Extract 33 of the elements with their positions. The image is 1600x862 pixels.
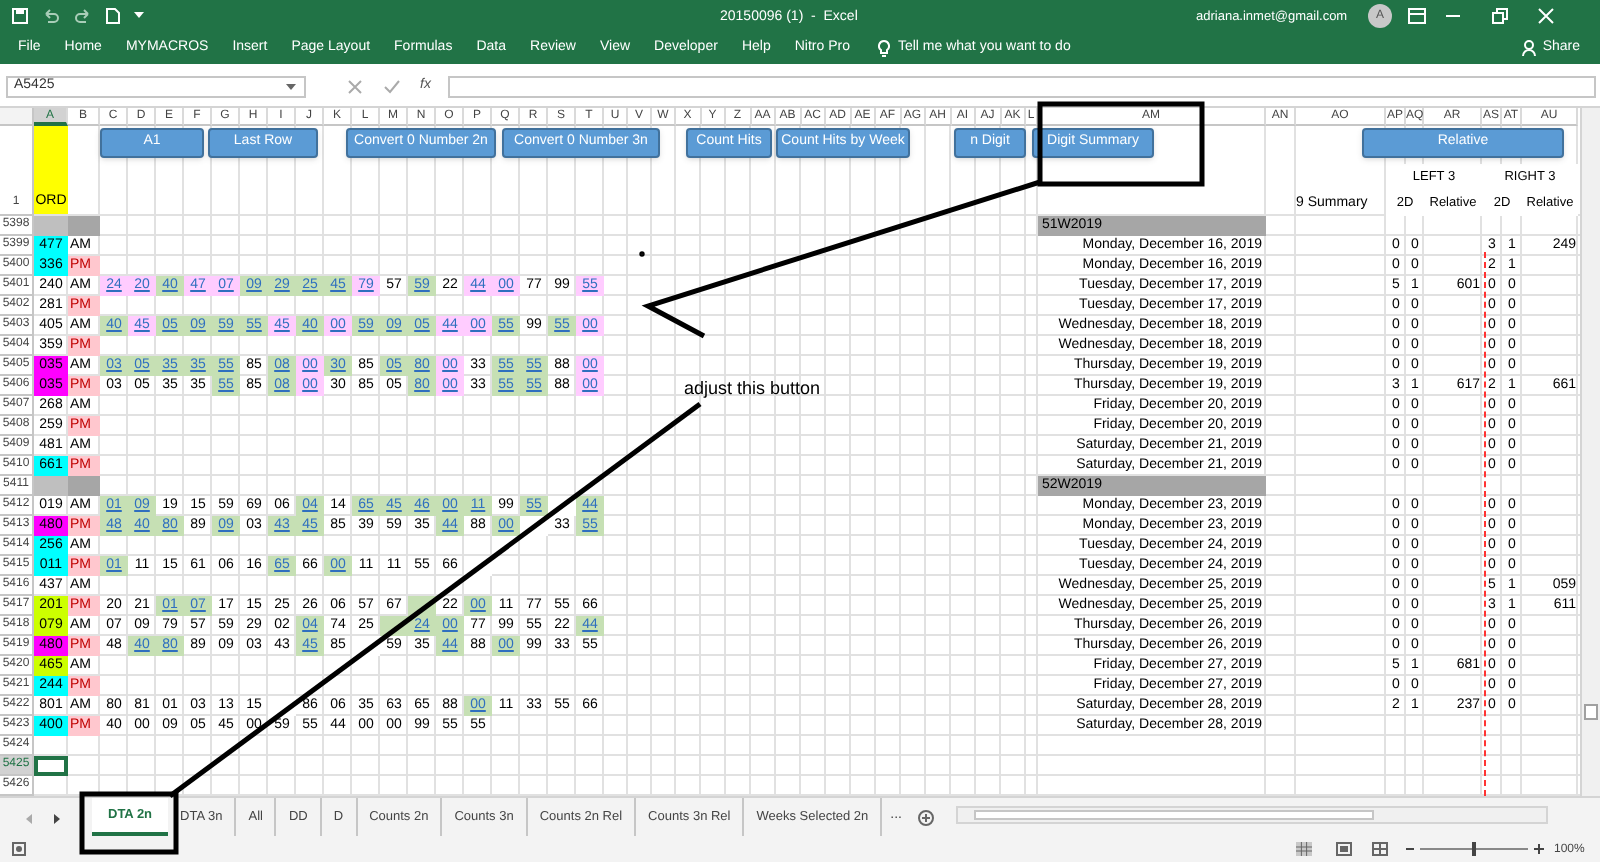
dot-mark — [639, 251, 645, 257]
page-break-icon[interactable] — [1372, 842, 1388, 856]
person-icon — [1522, 40, 1537, 57]
lightbulb-icon[interactable] — [877, 39, 890, 57]
formula-input[interactable] — [448, 76, 1596, 98]
scrollbar-thumb[interactable] — [974, 810, 1374, 820]
vertical-scrollbar[interactable] — [1580, 108, 1600, 796]
annotation-text: adjust this button — [684, 376, 821, 402]
zoom-in-icon[interactable] — [1534, 844, 1544, 854]
minimize-icon[interactable] — [1446, 14, 1460, 18]
caret-icon[interactable] — [134, 12, 144, 20]
redo-icon[interactable] — [74, 8, 92, 24]
ribbon-display-icon[interactable] — [1408, 8, 1426, 24]
save-icon[interactable] — [12, 8, 28, 24]
highlight-frame — [79, 791, 179, 855]
normal-view-icon[interactable] — [1296, 842, 1312, 856]
table-cell — [34, 476, 68, 496]
active-cell[interactable] — [34, 756, 68, 776]
next-sheet-icon[interactable] — [54, 814, 60, 824]
scrollbar-thumb[interactable] — [1584, 704, 1598, 720]
table-cell — [68, 476, 100, 496]
horizontal-scrollbar[interactable] — [956, 806, 1548, 824]
page-layout-icon[interactable] — [1336, 842, 1352, 856]
caret-icon[interactable] — [286, 84, 296, 92]
macro-record-icon[interactable] — [12, 842, 26, 856]
close-icon[interactable] — [1538, 8, 1554, 24]
table-cell — [34, 216, 68, 236]
undo-icon[interactable] — [42, 8, 60, 24]
add-sheet-icon[interactable] — [917, 809, 934, 825]
new-document-icon[interactable] — [106, 8, 120, 24]
table-cell — [68, 216, 100, 236]
restore-icon[interactable] — [1492, 8, 1508, 24]
check-icon[interactable] — [384, 80, 400, 94]
